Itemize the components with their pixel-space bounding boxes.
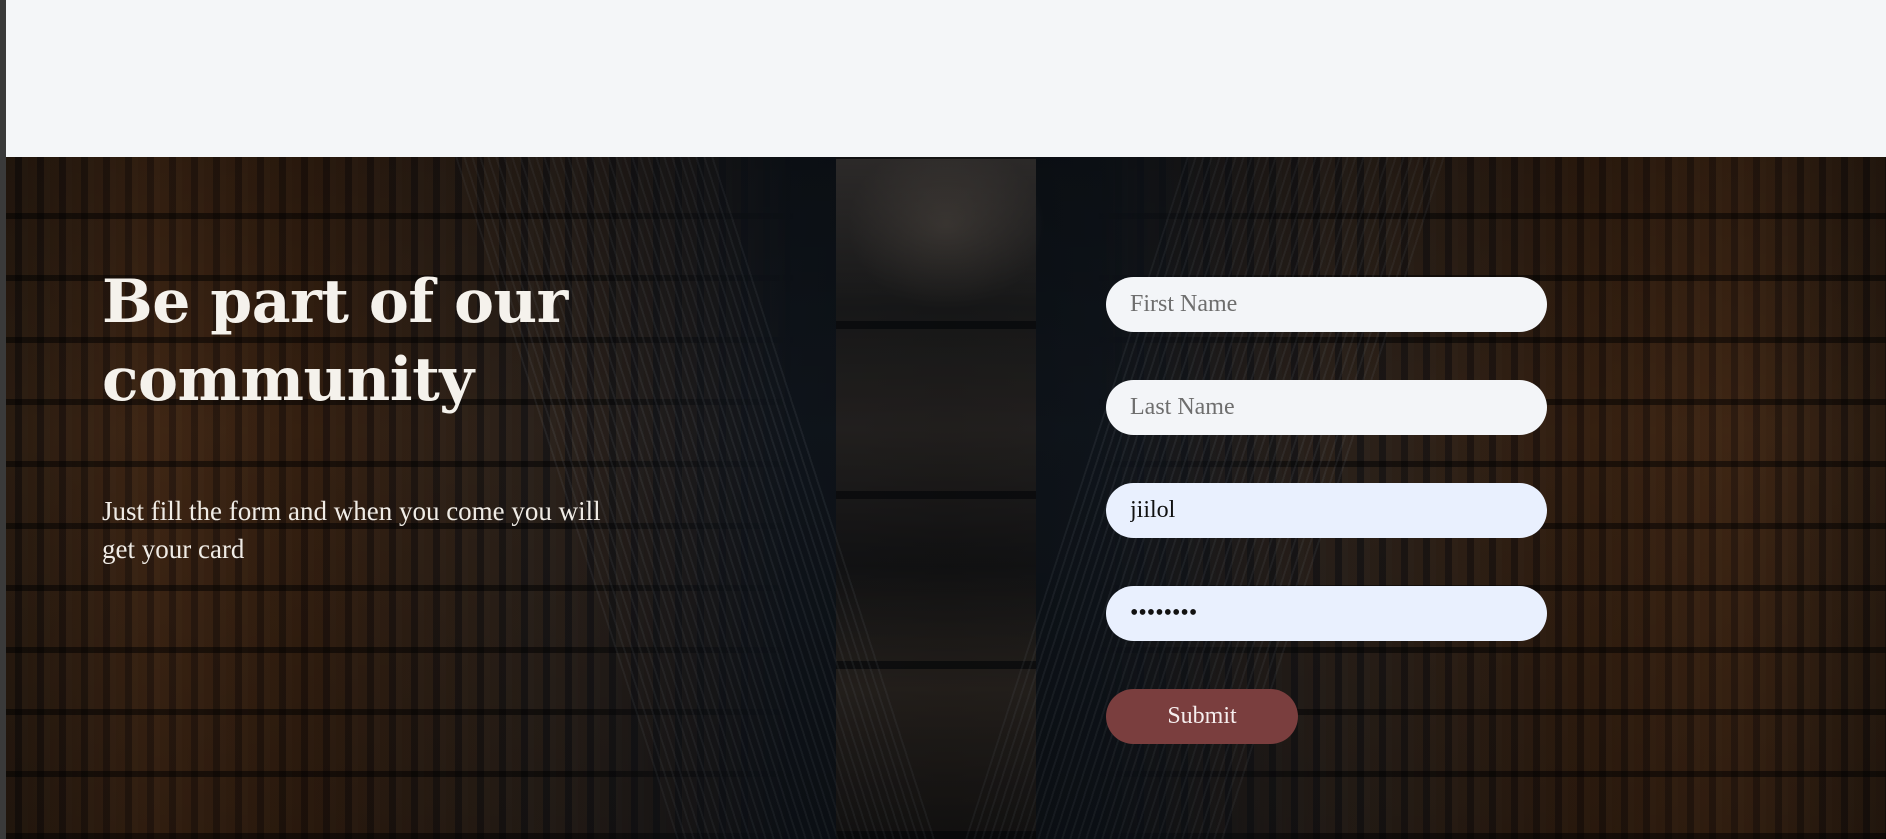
community-subtext: Just fill the form and when you come you… xyxy=(102,496,601,564)
last-name-input[interactable] xyxy=(1106,380,1547,435)
signup-form: Submit xyxy=(1106,277,1547,744)
submit-button[interactable]: Submit xyxy=(1106,689,1298,744)
community-heading: Be part of our community xyxy=(102,267,568,415)
username-input[interactable] xyxy=(1106,483,1547,538)
password-input[interactable] xyxy=(1106,586,1547,641)
top-bar xyxy=(6,0,1886,157)
hero-section: Be part of our community Just fill the f… xyxy=(6,157,1886,839)
first-name-input[interactable] xyxy=(1106,277,1547,332)
